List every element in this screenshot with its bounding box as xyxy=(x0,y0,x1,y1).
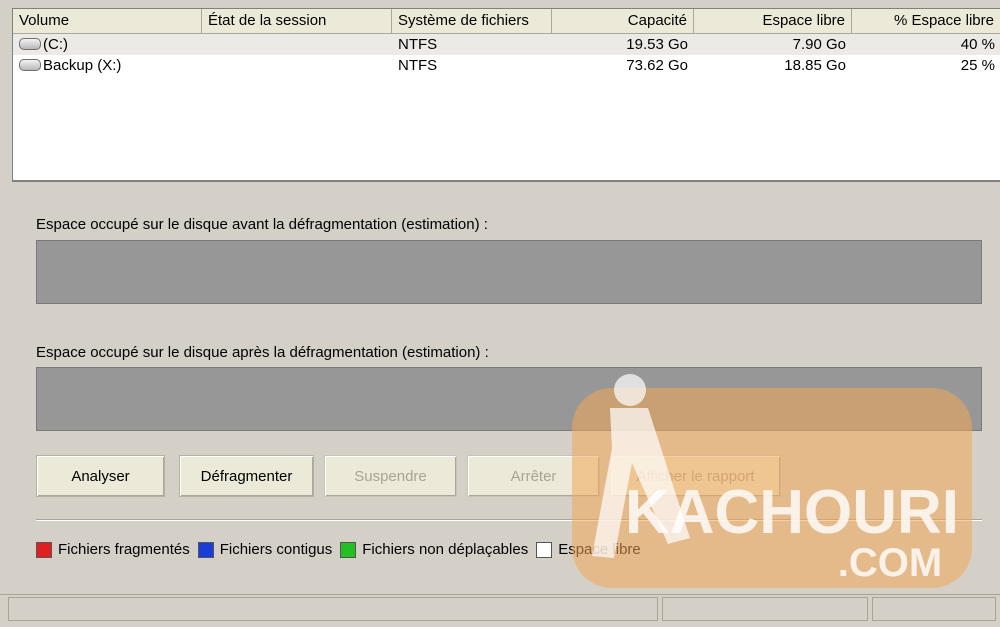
free-space-swatch xyxy=(536,541,553,558)
percent-free-cell: 25 % xyxy=(960,57,995,74)
session-state-cell xyxy=(202,55,392,76)
legend-label: Fichiers non déplaçables xyxy=(362,541,529,558)
status-panel xyxy=(872,597,996,621)
drive-icon xyxy=(19,59,41,72)
column-header-percent-free[interactable]: % Espace libre xyxy=(852,9,1000,33)
status-panel xyxy=(8,597,658,621)
watermark-suffix: .COM xyxy=(838,541,942,585)
pause-button[interactable]: Suspendre xyxy=(324,455,457,497)
status-bar xyxy=(0,594,1000,627)
free-space-cell: 18.85 Go xyxy=(784,57,846,74)
capacity-cell: 73.62 Go xyxy=(626,57,688,74)
legend-item-contiguous: Fichiers contigus xyxy=(197,541,333,558)
filesystem-cell: NTFS xyxy=(398,57,438,74)
percent-free-cell: 40 % xyxy=(960,36,995,53)
column-header-volume[interactable]: Volume xyxy=(13,9,202,33)
stop-button[interactable]: Arrêter xyxy=(467,455,600,497)
contiguous-swatch xyxy=(197,541,214,558)
after-defrag-disk-display xyxy=(36,367,982,431)
volume-cell: (C:) xyxy=(13,34,202,55)
volume-row[interactable]: (C:) NTFS 19.53 Go 7.90 Go 40 % xyxy=(13,34,1000,55)
legend-label: Fichiers contigus xyxy=(219,541,333,558)
capacity-cell: 19.53 Go xyxy=(626,36,688,53)
status-panel xyxy=(662,597,868,621)
column-header-free-space[interactable]: Espace libre xyxy=(694,9,852,33)
legend-item-free-space: Espace libre xyxy=(536,541,641,558)
defragment-button[interactable]: Défragmenter xyxy=(179,455,314,497)
column-header-session-state[interactable]: État de la session xyxy=(202,9,392,33)
unmovable-swatch xyxy=(340,541,357,558)
legend-separator xyxy=(36,519,982,521)
legend: Fichiers fragmentés Fichiers contigus Fi… xyxy=(36,541,649,558)
session-state-cell xyxy=(202,34,392,55)
volume-name: (C:) xyxy=(43,36,68,53)
analyze-button[interactable]: Analyser xyxy=(36,455,165,497)
free-space-cell: 7.90 Go xyxy=(792,36,846,53)
volume-row[interactable]: Backup (X:) NTFS 73.62 Go 18.85 Go 25 % xyxy=(13,55,1000,76)
drive-icon xyxy=(19,38,41,51)
after-defrag-label: Espace occupé sur le disque après la déf… xyxy=(36,344,489,361)
volume-list-header: Volume État de la session Système de fic… xyxy=(13,9,1000,34)
before-defrag-disk-display xyxy=(36,240,982,304)
column-header-capacity[interactable]: Capacité xyxy=(552,9,694,33)
legend-item-fragmented: Fichiers fragmentés xyxy=(36,541,190,558)
fragmented-swatch xyxy=(36,541,52,558)
view-report-button[interactable]: Afficher le rapport xyxy=(610,455,781,497)
volume-name: Backup (X:) xyxy=(43,57,122,74)
volume-cell: Backup (X:) xyxy=(13,55,202,76)
filesystem-cell: NTFS xyxy=(398,36,438,53)
legend-label: Fichiers fragmentés xyxy=(58,541,190,558)
legend-label: Espace libre xyxy=(558,541,641,558)
before-defrag-label: Espace occupé sur le disque avant la déf… xyxy=(36,216,488,233)
column-header-filesystem[interactable]: Système de fichiers xyxy=(392,9,552,33)
volume-list[interactable]: Volume État de la session Système de fic… xyxy=(12,8,1000,181)
list-divider xyxy=(12,180,1000,182)
legend-item-unmovable: Fichiers non déplaçables xyxy=(340,541,528,558)
